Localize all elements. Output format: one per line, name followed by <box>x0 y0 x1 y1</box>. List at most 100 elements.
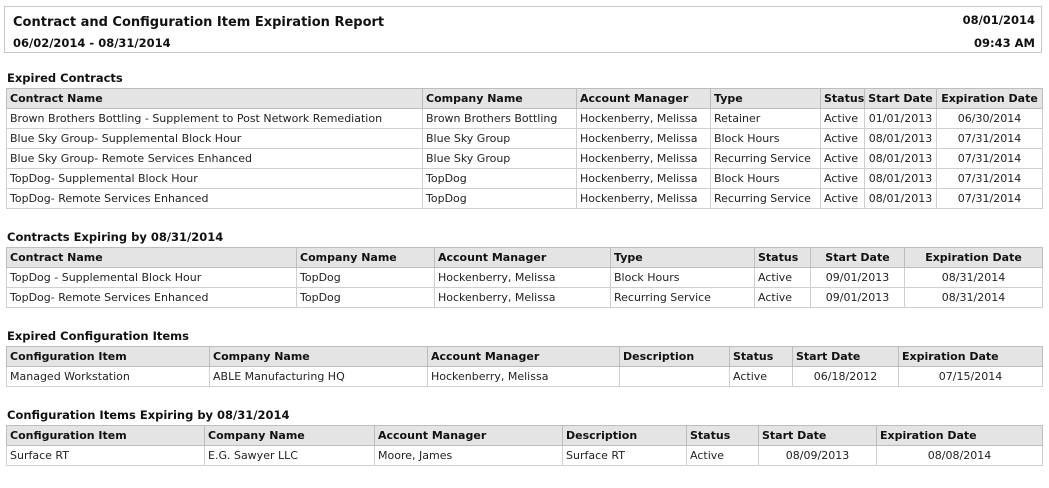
cell-expiration-date: 08/31/2014 <box>904 267 1043 288</box>
table-row: TopDog- Remote Services Enhanced TopDog Ho… <box>6 287 1043 308</box>
link-name[interactable]: TopDog- Remote Services Enhanced <box>6 188 423 209</box>
table-row: Surface RT E.G. Sawyer LLC Moore, James Sur… <box>6 445 1043 466</box>
link-company[interactable]: TopDog <box>296 267 435 288</box>
table-row: Brown Brothers Bottling - Supplement to … <box>6 108 1043 129</box>
column-header[interactable]: Description <box>562 425 687 446</box>
cell-account-manager: Hockenberry, Melissa <box>427 366 620 387</box>
cell-expiration-date: 06/30/2014 <box>936 108 1043 129</box>
cell-expiration-date: 07/15/2014 <box>898 366 1043 387</box>
column-header[interactable]: Expiration Date <box>904 247 1043 268</box>
cell-type: Block Hours <box>710 128 821 149</box>
column-header[interactable]: Start Date <box>792 346 899 367</box>
report-title: Contract and Configuration Item Expirati… <box>13 15 385 30</box>
cell-account-manager: Hockenberry, Melissa <box>434 287 611 308</box>
table-row: TopDog- Remote Services Enhanced TopDog Ho… <box>6 188 1043 209</box>
column-header[interactable]: Status <box>686 425 759 446</box>
expiring-config-items-table: Configuration Item Company Name Account … <box>6 425 1043 466</box>
cell-start-date: 08/01/2013 <box>864 168 937 189</box>
column-header[interactable]: Start Date <box>758 425 877 446</box>
column-header[interactable]: Account Manager <box>427 346 620 367</box>
column-header[interactable]: Company Name <box>204 425 375 446</box>
column-header[interactable]: Account Manager <box>374 425 563 446</box>
column-header[interactable]: Company Name <box>296 247 435 268</box>
cell-status: Active <box>729 366 793 387</box>
cell-expiration-date: 07/31/2014 <box>936 128 1043 149</box>
cell-expiration-date: 07/31/2014 <box>936 168 1043 189</box>
cell-account-manager: Hockenberry, Melissa <box>434 267 611 288</box>
link-company[interactable]: TopDog <box>422 188 577 209</box>
cell-start-date: 09/01/2013 <box>810 267 905 288</box>
cell-status: Active <box>820 168 865 189</box>
expired-contracts-table: Contract Name Company Name Account Manag… <box>6 88 1043 209</box>
cell-account-manager: Hockenberry, Melissa <box>576 148 711 169</box>
cell-expiration-date: 07/31/2014 <box>936 148 1043 169</box>
cell-name: Surface RT <box>6 445 205 466</box>
cell-status: Active <box>686 445 759 466</box>
cell-expiration-date: 07/31/2014 <box>936 188 1043 209</box>
column-header[interactable]: Company Name <box>209 346 428 367</box>
report-date-range: 06/02/2014 - 08/31/2014 <box>13 36 171 50</box>
link-name[interactable]: Blue Sky Group- Supplemental Block Hour <box>6 128 423 149</box>
link-company[interactable]: E.G. Sawyer LLC <box>204 445 375 466</box>
column-header[interactable]: Status <box>820 88 865 109</box>
cell-type: Block Hours <box>610 267 755 288</box>
link-company[interactable]: TopDog <box>296 287 435 308</box>
column-header[interactable]: Configuration Item <box>6 425 205 446</box>
column-header[interactable]: Contract Name <box>6 247 297 268</box>
column-header[interactable]: Company Name <box>422 88 577 109</box>
section-title-expiring-contracts: Contracts Expiring by 08/31/2014 <box>7 230 224 244</box>
link-name[interactable]: TopDog- Remote Services Enhanced <box>6 287 297 308</box>
column-header[interactable]: Description <box>619 346 730 367</box>
column-header[interactable]: Start Date <box>864 88 937 109</box>
table-header-row: Configuration Item Company Name Account … <box>6 346 1043 367</box>
link-company[interactable]: Blue Sky Group <box>422 148 577 169</box>
column-header[interactable]: Expiration Date <box>936 88 1043 109</box>
column-header[interactable]: Configuration Item <box>6 346 210 367</box>
cell-expiration-date: 08/08/2014 <box>876 445 1043 466</box>
column-header[interactable]: Status <box>754 247 811 268</box>
report-header: Contract and Configuration Item Expirati… <box>4 6 1042 53</box>
column-header[interactable]: Contract Name <box>6 88 423 109</box>
column-header[interactable]: Account Manager <box>434 247 611 268</box>
report-time: 09:43 AM <box>974 36 1035 50</box>
cell-type: Block Hours <box>710 168 821 189</box>
link-name[interactable]: TopDog - Supplemental Block Hour <box>6 267 297 288</box>
column-header[interactable]: Start Date <box>810 247 905 268</box>
link-company[interactable]: ABLE Manufacturing HQ <box>209 366 428 387</box>
cell-type: Recurring Service <box>710 148 821 169</box>
cell-name: Managed Workstation <box>6 366 210 387</box>
cell-status: Active <box>820 108 865 129</box>
table-row: TopDog- Supplemental Block Hour TopDog Hoc… <box>6 168 1043 189</box>
table-row: Blue Sky Group- Supplemental Block Hour B… <box>6 128 1043 149</box>
link-name[interactable]: TopDog- Supplemental Block Hour <box>6 168 423 189</box>
column-header[interactable]: Account Manager <box>576 88 711 109</box>
column-header[interactable]: Expiration Date <box>898 346 1043 367</box>
section-title-expired-config-items: Expired Configuration Items <box>7 329 189 343</box>
cell-start-date: 01/01/2013 <box>864 108 937 129</box>
cell-start-date: 08/01/2013 <box>864 128 937 149</box>
link-name[interactable]: Blue Sky Group- Remote Services Enhanced <box>6 148 423 169</box>
table-header-row: Configuration Item Company Name Account … <box>6 425 1043 446</box>
column-header[interactable]: Status <box>729 346 793 367</box>
cell-account-manager: Hockenberry, Melissa <box>576 168 711 189</box>
column-header[interactable]: Expiration Date <box>876 425 1043 446</box>
cell-status: Active <box>754 267 811 288</box>
cell-account-manager: Hockenberry, Melissa <box>576 188 711 209</box>
table-header-row: Contract Name Company Name Account Manag… <box>6 247 1043 268</box>
link-company[interactable]: Blue Sky Group <box>422 128 577 149</box>
cell-start-date: 08/01/2013 <box>864 188 937 209</box>
link-company[interactable]: TopDog <box>422 168 577 189</box>
cell-start-date: 08/01/2013 <box>864 148 937 169</box>
column-header[interactable]: Type <box>710 88 821 109</box>
report-date: 08/01/2014 <box>962 13 1035 27</box>
cell-start-date: 08/09/2013 <box>758 445 877 466</box>
column-header[interactable]: Type <box>610 247 755 268</box>
table-header-row: Contract Name Company Name Account Manag… <box>6 88 1043 109</box>
section-title-expired-contracts: Expired Contracts <box>7 71 123 85</box>
table-row: Blue Sky Group- Remote Services Enhanced… <box>6 148 1043 169</box>
link-company[interactable]: Brown Brothers Bottling <box>422 108 577 129</box>
table-row: TopDog - Supplemental Block Hour TopDog Ho… <box>6 267 1043 288</box>
cell-status: Active <box>820 128 865 149</box>
link-name[interactable]: Brown Brothers Bottling - Supplement to … <box>6 108 423 129</box>
cell-account-manager: Hockenberry, Melissa <box>576 128 711 149</box>
